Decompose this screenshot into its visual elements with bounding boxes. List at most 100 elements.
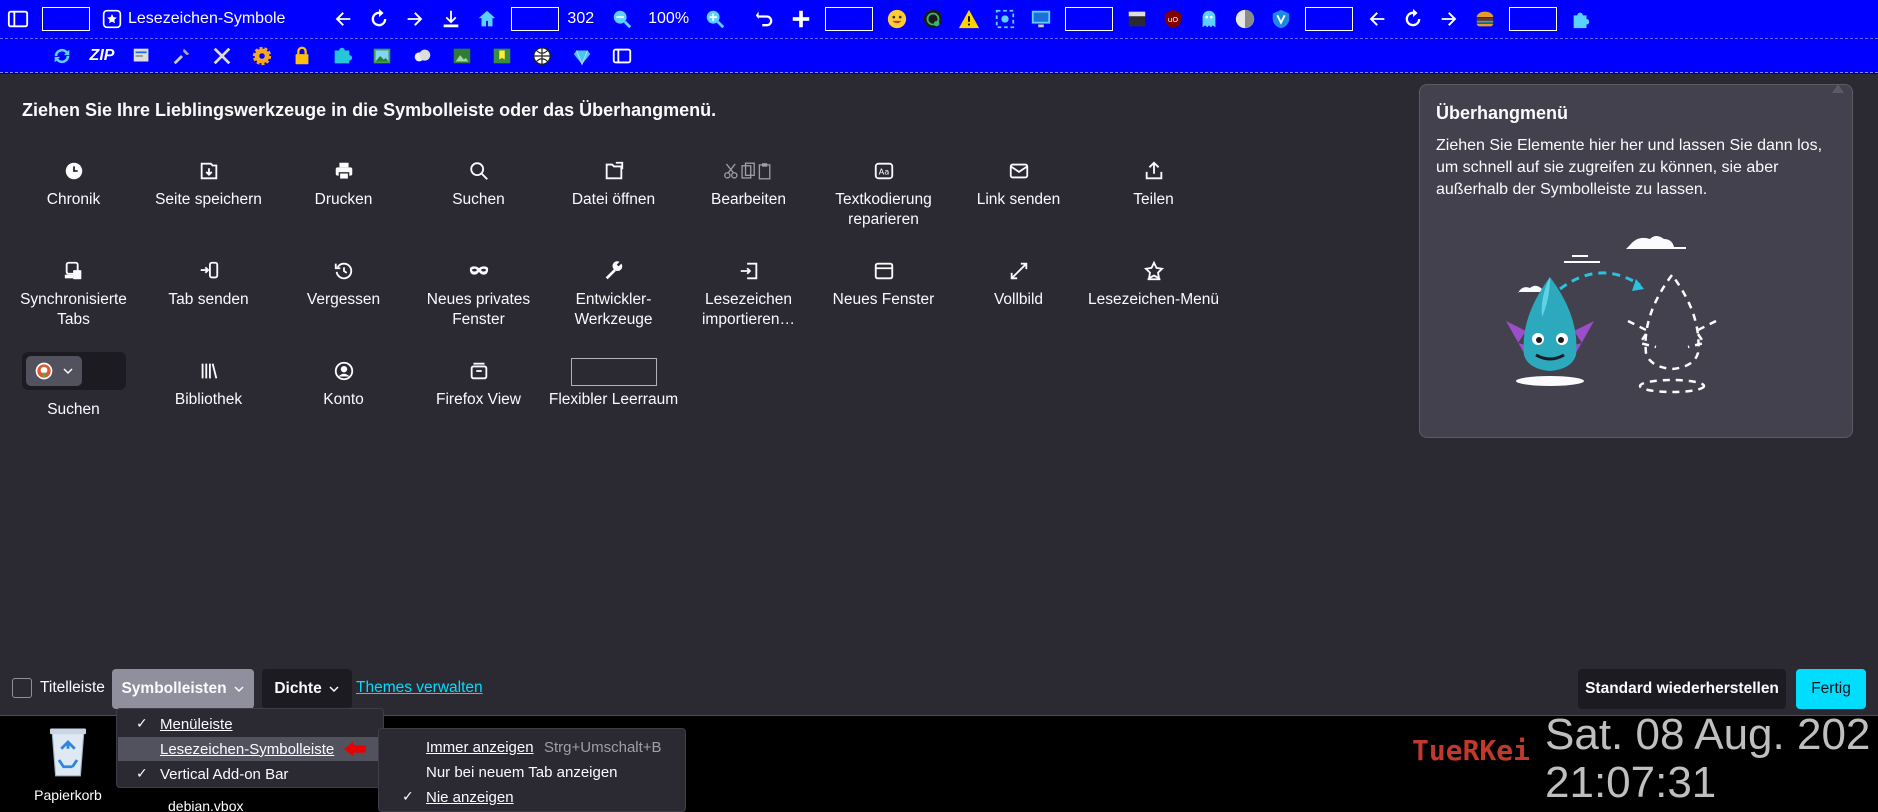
- ublock-icon[interactable]: uO: [1155, 4, 1191, 34]
- text-encoding-icon: Aa: [874, 162, 893, 180]
- tool-send-tab[interactable]: Tab senden: [141, 256, 276, 310]
- gem-icon[interactable]: [562, 41, 602, 71]
- save-page-icon: [200, 162, 217, 180]
- bookmarks-toolbar-items[interactable]: Lesezeichen-Symbole: [102, 9, 285, 29]
- customize-footer: Titelleiste Symbolleisten Dichte Themes …: [0, 664, 1878, 714]
- gear-icon[interactable]: [242, 41, 282, 71]
- done-button[interactable]: Fertig: [1796, 669, 1866, 709]
- new-window-icon: [874, 262, 893, 280]
- lock-icon[interactable]: [282, 41, 322, 71]
- tool-label: Datei öffnen: [571, 191, 656, 208]
- download-icon[interactable]: [433, 4, 469, 34]
- warning-icon[interactable]: [951, 4, 987, 34]
- mail-icon: [1009, 163, 1028, 179]
- tool-send-link[interactable]: Link senden: [951, 156, 1086, 210]
- red-arrow-icon: [344, 741, 366, 757]
- titlebar-label[interactable]: Titelleiste: [40, 679, 105, 697]
- globe-icon[interactable]: [522, 41, 562, 71]
- toolbars-button[interactable]: Symbolleisten: [112, 669, 254, 709]
- menu-item-always-show[interactable]: Immer anzeigen Strg+Umschalt+B: [380, 735, 684, 759]
- tool-search-box[interactable]: Suchen: [6, 352, 141, 420]
- reload-icon-2[interactable]: [1395, 4, 1431, 34]
- reload-icon[interactable]: [361, 4, 397, 34]
- chevron-down-icon: [62, 368, 73, 375]
- menu-item-menubar[interactable]: ✓ Menüleiste: [118, 712, 380, 736]
- tool-edit[interactable]: Bearbeiten: [681, 156, 816, 210]
- cloud-icon[interactable]: [402, 41, 442, 71]
- zoom-out-icon[interactable]: [604, 4, 640, 34]
- tool-bookmarks-menu[interactable]: Lesezeichen-Menü: [1086, 256, 1221, 310]
- tools-icon[interactable]: [162, 41, 202, 71]
- menu-item-never-show[interactable]: ✓ Nie anzeigen: [380, 785, 684, 809]
- home-icon[interactable]: [469, 4, 505, 34]
- bookmark-green-icon[interactable]: [482, 41, 522, 71]
- zoom-level[interactable]: 100%: [648, 10, 689, 28]
- wrench-cross-icon[interactable]: [202, 41, 242, 71]
- globe-extension-icon[interactable]: [915, 4, 951, 34]
- sidebar-toggle-icon[interactable]: [602, 41, 642, 71]
- ghost-icon[interactable]: [1191, 4, 1227, 34]
- tool-forget[interactable]: Vergessen: [276, 256, 411, 310]
- shield-v-icon[interactable]: [1263, 4, 1299, 34]
- undo-close-icon[interactable]: [747, 4, 783, 34]
- tool-library[interactable]: Bibliothek: [141, 356, 276, 410]
- form-icon[interactable]: [122, 41, 162, 71]
- tool-fullscreen[interactable]: Vollbild: [951, 256, 1086, 310]
- tool-label: Firefox View: [436, 391, 521, 408]
- burger-icon[interactable]: [1467, 4, 1503, 34]
- monitor-icon[interactable]: [1023, 4, 1059, 34]
- recycle-bin[interactable]: Papierkorb: [28, 724, 108, 803]
- tool-share[interactable]: Teilen: [1086, 156, 1221, 210]
- window-icon[interactable]: [1119, 4, 1155, 34]
- puzzle-icon[interactable]: [322, 41, 362, 71]
- new-tab-icon[interactable]: [783, 4, 819, 34]
- search-engine-widget[interactable]: [21, 352, 126, 390]
- tool-history[interactable]: Chronik: [6, 156, 141, 210]
- tool-save-page[interactable]: Seite speichern: [141, 156, 276, 210]
- tool-new-window[interactable]: Neues Fenster: [816, 256, 951, 310]
- zip-icon[interactable]: ZIP: [82, 41, 122, 71]
- menu-item-vertical-addon-bar[interactable]: ✓ Vertical Add-on Bar: [118, 762, 380, 786]
- overflow-menu-dropzone[interactable]: Überhangmenü Ziehen Sie Elemente hier he…: [1419, 84, 1853, 438]
- restore-defaults-button[interactable]: Standard wiederherstellen: [1578, 669, 1786, 709]
- tool-label: Suchen: [452, 191, 505, 208]
- edit-cut-copy-paste-icon: [723, 162, 770, 180]
- check-icon: ✓: [136, 765, 148, 781]
- privacy-icon[interactable]: [1227, 4, 1263, 34]
- tool-find[interactable]: Suchen: [411, 156, 546, 210]
- forward-icon-2[interactable]: [1431, 4, 1467, 34]
- image-icon[interactable]: [362, 41, 402, 71]
- tool-account[interactable]: Konto: [276, 356, 411, 410]
- tool-flexible-space[interactable]: Flexibler Leerraum: [546, 356, 681, 410]
- titlebar-checkbox[interactable]: [12, 678, 32, 698]
- back-icon-2[interactable]: [1359, 4, 1395, 34]
- tool-open-file[interactable]: Datei öffnen: [546, 156, 681, 210]
- menu-item-label: Nie anzeigen: [426, 788, 514, 806]
- tool-dev-tools[interactable]: Entwickler-Werkzeuge: [546, 256, 681, 330]
- search-engine-icon: [35, 362, 52, 380]
- tool-firefox-view[interactable]: Firefox View: [411, 356, 546, 410]
- menu-item-bookmarks-toolbar[interactable]: Lesezeichen-Symbolleiste: [118, 737, 380, 761]
- density-button[interactable]: Dichte: [262, 669, 352, 709]
- zoom-in-icon[interactable]: [697, 4, 733, 34]
- dragon-illustration: [1506, 236, 1717, 394]
- extensions-icon[interactable]: [1563, 4, 1599, 34]
- tool-private-window[interactable]: Neues privates Fenster: [411, 256, 546, 330]
- picture-icon[interactable]: [442, 41, 482, 71]
- tool-label: Bearbeiten: [711, 191, 786, 208]
- forward-icon[interactable]: [397, 4, 433, 34]
- back-icon[interactable]: [325, 4, 361, 34]
- chevron-up-icon: [1832, 84, 1844, 93]
- desktop-file-label[interactable]: debian.vbox: [168, 798, 244, 812]
- manage-themes-link[interactable]: Themes verwalten: [356, 679, 483, 697]
- tool-synced-tabs[interactable]: Synchronisierte Tabs: [6, 256, 141, 330]
- menu-item-new-tab-only[interactable]: Nur bei neuem Tab anzeigen: [380, 760, 684, 784]
- sidebar-icon[interactable]: [0, 4, 36, 34]
- screenshot-icon[interactable]: [987, 4, 1023, 34]
- tool-import-bookmarks[interactable]: Lesezeichen importieren…: [681, 256, 816, 330]
- emoji-icon[interactable]: [879, 4, 915, 34]
- tool-text-encoding[interactable]: Aa Textkodierung reparieren: [816, 156, 951, 230]
- sync-icon[interactable]: [42, 41, 82, 71]
- customize-panel: Ziehen Sie Ihre Lieblingswerkzeuge in di…: [0, 74, 1878, 716]
- tool-print[interactable]: Drucken: [276, 156, 411, 210]
